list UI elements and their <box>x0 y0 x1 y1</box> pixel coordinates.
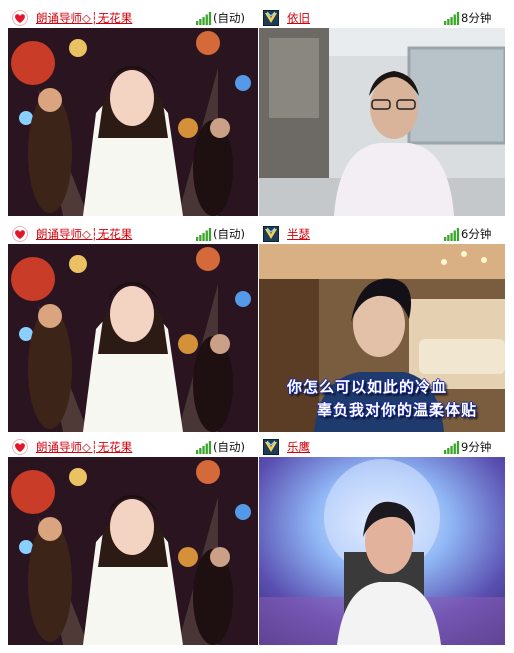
host-status: (自动) <box>213 227 245 241</box>
user-avatar-icon <box>263 10 279 26</box>
video-row-2: 朗诵导师◇┆无花果 (自动) 半瑟 6分钟 你怎么可以如此的冷血 辜负我对你的温… <box>8 225 505 433</box>
host-name-link[interactable]: 朗诵导师◇┆无花果 <box>36 9 132 27</box>
signal-icon <box>444 441 460 454</box>
guest-name-link[interactable]: 半瑟 <box>287 225 310 243</box>
host-title-bar: 朗诵导师◇┆无花果 (自动) <box>8 9 257 27</box>
guest-name-link[interactable]: 乐鹰 <box>287 438 310 456</box>
user-avatar-icon <box>263 439 279 455</box>
guest-title-bar: 半瑟 6分钟 <box>259 225 505 243</box>
host-status: (自动) <box>213 11 245 25</box>
signal-icon <box>444 228 460 241</box>
lyrics-line-1: 你怎么可以如此的冷血 <box>287 378 448 396</box>
video-row-1: 朗诵导师◇┆无花果 (自动) 依旧 8分钟 <box>8 9 505 217</box>
guest-video[interactable] <box>259 457 505 645</box>
host-video[interactable] <box>8 244 258 432</box>
guest-duration: 8分钟 <box>461 11 492 25</box>
guest-title-bar: 依旧 8分钟 <box>259 9 505 27</box>
host-video[interactable] <box>8 457 258 645</box>
heart-icon <box>12 439 28 455</box>
guest-video[interactable] <box>259 28 505 216</box>
lyrics-line-2: 辜负我对你的温柔体贴 <box>317 401 478 419</box>
host-name-link[interactable]: 朗诵导师◇┆无花果 <box>36 225 132 243</box>
heart-icon <box>12 226 28 242</box>
host-title-bar: 朗诵导师◇┆无花果 (自动) <box>8 225 257 243</box>
user-avatar-icon <box>263 226 279 242</box>
host-name-link[interactable]: 朗诵导师◇┆无花果 <box>36 438 132 456</box>
guest-title-bar: 乐鹰 9分钟 <box>259 438 505 456</box>
host-title-bar: 朗诵导师◇┆无花果 (自动) <box>8 438 257 456</box>
guest-duration: 6分钟 <box>461 227 492 241</box>
heart-icon <box>12 10 28 26</box>
host-video[interactable] <box>8 28 258 216</box>
signal-icon <box>444 12 460 25</box>
signal-icon <box>196 12 212 25</box>
host-status: (自动) <box>213 440 245 454</box>
guest-name-link[interactable]: 依旧 <box>287 9 310 27</box>
guest-video[interactable]: 你怎么可以如此的冷血 辜负我对你的温柔体贴 <box>259 244 505 432</box>
signal-icon <box>196 228 212 241</box>
video-row-3: 朗诵导师◇┆无花果 (自动) 乐鹰 9分钟 <box>8 438 505 646</box>
signal-icon <box>196 441 212 454</box>
guest-duration: 9分钟 <box>461 440 492 454</box>
